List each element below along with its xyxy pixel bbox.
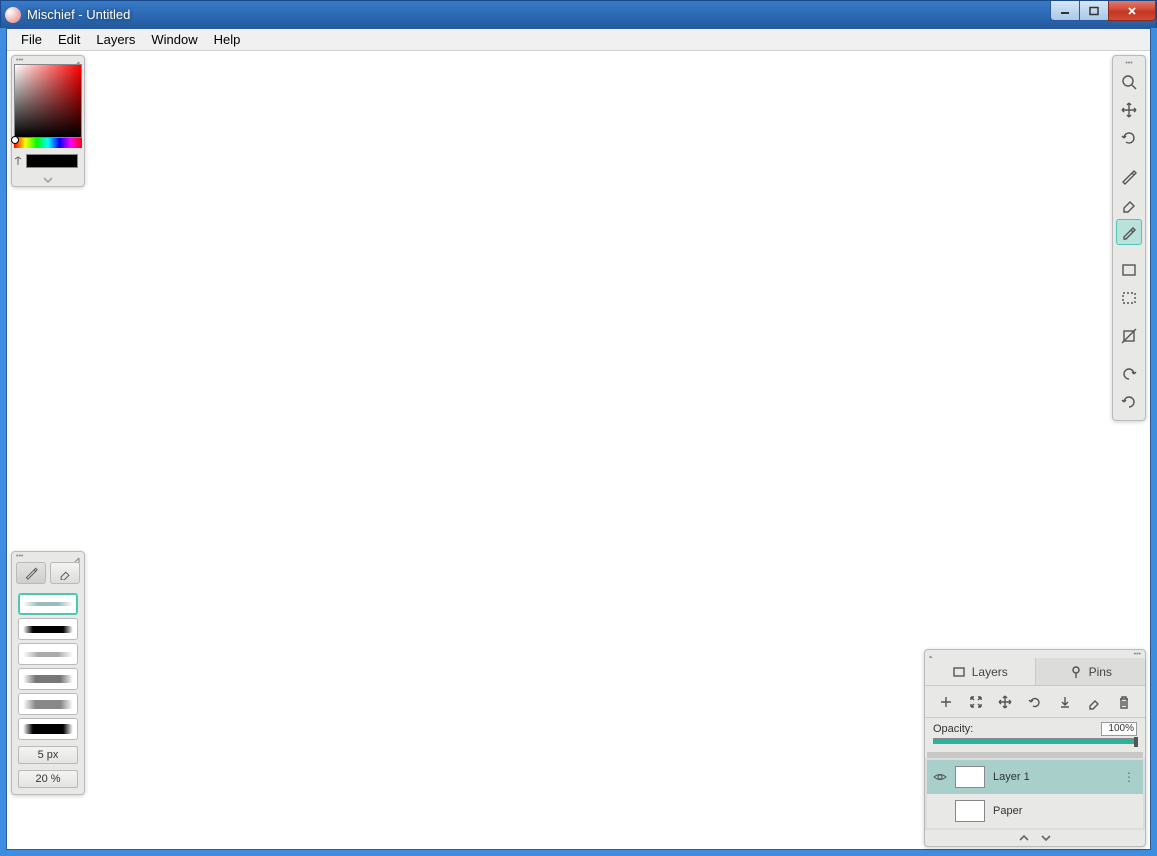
slider-knob[interactable] (1134, 737, 1138, 747)
menu-window[interactable]: Window (143, 30, 205, 49)
tool-panel[interactable]: ••• (1112, 55, 1146, 421)
redo-button[interactable] (1116, 389, 1142, 415)
merge-down-button[interactable] (1054, 691, 1076, 713)
tab-layers[interactable]: Layers (925, 658, 1035, 685)
pencil-tool[interactable] (1116, 163, 1142, 189)
eraser-tool[interactable] (1116, 191, 1142, 217)
crop-tool[interactable] (1116, 323, 1142, 349)
clear-layer-button[interactable] (1083, 691, 1105, 713)
brush-preset-6[interactable] (18, 718, 78, 740)
add-layer-button[interactable] (935, 691, 957, 713)
scale-layer-button[interactable] (965, 691, 987, 713)
rotate-tool[interactable] (1116, 125, 1142, 151)
layers-nav (925, 830, 1145, 846)
zoom-tool[interactable] (1116, 69, 1142, 95)
chevron-up-icon[interactable] (1018, 833, 1030, 843)
grip-dots-icon: ••• (16, 553, 23, 560)
delete-layer-button[interactable] (1113, 691, 1135, 713)
brush-tab-eraser[interactable] (50, 562, 80, 584)
layer-name: Layer 1 (993, 771, 1030, 783)
expand-icon[interactable] (70, 56, 80, 64)
brush-preset-3[interactable] (18, 643, 78, 665)
select-tool[interactable] (1116, 285, 1142, 311)
tab-pins[interactable]: Pins (1035, 658, 1146, 685)
maximize-button[interactable] (1079, 1, 1109, 21)
color-picker-field[interactable] (14, 64, 82, 138)
rectangle-tool[interactable] (1116, 257, 1142, 283)
swap-colors-icon[interactable] (14, 156, 22, 166)
layer-row[interactable]: Paper (927, 794, 1143, 828)
panel-grip[interactable]: ••• (12, 56, 84, 64)
brush-panel[interactable]: ••• 5 px 20 % (11, 551, 85, 795)
layers-tabs: Layers Pins (925, 658, 1145, 686)
expand-icon[interactable] (929, 650, 939, 658)
layer-menu-icon[interactable]: ⋮ (1123, 770, 1135, 784)
layer-thumbnail (955, 800, 985, 822)
eyedropper-tool[interactable] (1116, 219, 1142, 245)
layer-thumbnail (955, 766, 985, 788)
menu-help[interactable]: Help (206, 30, 249, 49)
brush-preset-1[interactable] (18, 593, 78, 615)
grip-dots-icon: ••• (16, 57, 23, 64)
hue-slider[interactable] (14, 138, 82, 148)
hue-handle[interactable] (11, 136, 19, 144)
rotate-layer-button[interactable] (1024, 691, 1046, 713)
close-button[interactable] (1108, 1, 1156, 21)
menu-file[interactable]: File (13, 30, 50, 49)
brush-preset-4[interactable] (18, 668, 78, 690)
window-title: Mischief - Untitled (27, 7, 130, 22)
menu-layers[interactable]: Layers (88, 30, 143, 49)
opacity-slider[interactable] (933, 738, 1137, 744)
minimize-button[interactable] (1050, 1, 1080, 21)
app-icon (5, 7, 21, 23)
panel-grip[interactable]: ••• (12, 552, 84, 560)
chevron-down-icon[interactable] (1040, 833, 1052, 843)
layer-name: Paper (993, 805, 1022, 817)
visibility-icon[interactable] (933, 770, 947, 784)
menu-edit[interactable]: Edit (50, 30, 88, 49)
brush-preset-5[interactable] (18, 693, 78, 715)
grip-dots-icon: ••• (1125, 60, 1132, 67)
panel-grip[interactable]: ••• (1116, 59, 1142, 67)
pan-tool[interactable] (1116, 97, 1142, 123)
swatch-row (12, 148, 84, 172)
brush-tab-pencil[interactable] (16, 562, 46, 584)
collapse-button[interactable] (12, 172, 84, 186)
layer-list: Layer 1 ⋮ Paper (925, 758, 1145, 830)
brush-size-field[interactable]: 5 px (18, 746, 78, 764)
opacity-label: Opacity: (933, 723, 973, 735)
titlebar[interactable]: Mischief - Untitled (0, 0, 1157, 28)
layers-panel[interactable]: ••• Layers Pins Opacity: 100% (924, 649, 1146, 847)
grip-dots-icon: ••• (1134, 651, 1141, 658)
tab-layers-label: Layers (972, 665, 1008, 679)
current-color-swatch[interactable] (26, 154, 78, 168)
opacity-row: Opacity: 100% (925, 718, 1145, 738)
window-controls (1051, 1, 1156, 21)
color-panel[interactable]: ••• (11, 55, 85, 187)
panel-grip[interactable]: ••• (925, 650, 1145, 658)
opacity-value[interactable]: 100% (1101, 722, 1137, 736)
app-frame: File Edit Layers Window Help ••• ••• (6, 28, 1151, 850)
brush-tool-tabs (12, 560, 84, 590)
tab-pins-label: Pins (1089, 665, 1112, 679)
undo-button[interactable] (1116, 361, 1142, 387)
layer-row[interactable]: Layer 1 ⋮ (927, 760, 1143, 794)
menubar: File Edit Layers Window Help (7, 29, 1150, 51)
brush-preset-2[interactable] (18, 618, 78, 640)
brush-opacity-field[interactable]: 20 % (18, 770, 78, 788)
layer-actions (925, 686, 1145, 718)
move-layer-button[interactable] (994, 691, 1016, 713)
expand-icon[interactable] (70, 552, 80, 560)
